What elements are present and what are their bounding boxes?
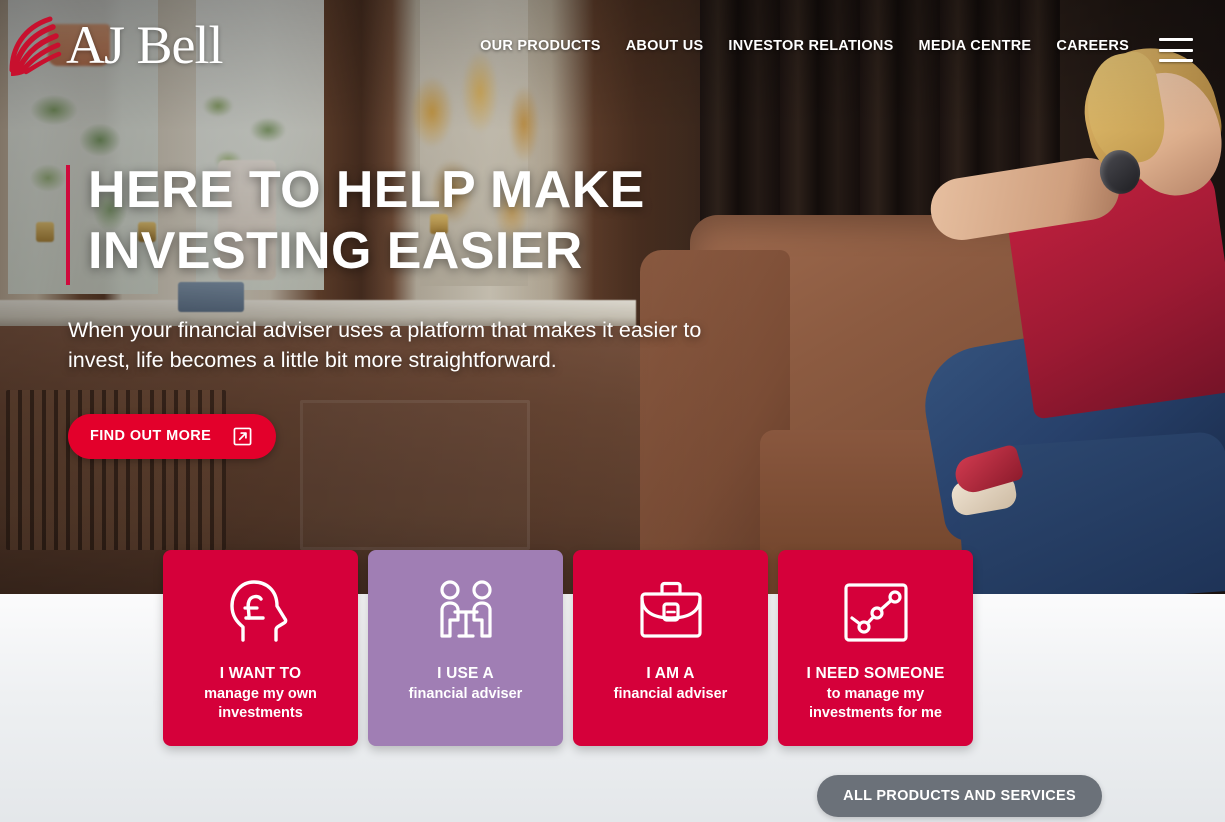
hamburger-menu-icon[interactable] bbox=[1159, 38, 1193, 62]
nav-item-about-us[interactable]: ABOUT US bbox=[626, 38, 704, 54]
brand-logo[interactable]: AJ Bell bbox=[6, 14, 224, 76]
external-link-icon bbox=[233, 427, 252, 446]
card-text: I WANT TO manage my own investments bbox=[163, 664, 358, 724]
headline-line-1: HERE TO HELP MAKE bbox=[88, 161, 645, 219]
card-i-need-someone-to-manage[interactable]: I NEED SOMEONE to manage my investments … bbox=[778, 550, 973, 746]
card-text: I AM A financial adviser bbox=[606, 664, 736, 704]
hamburger-bar bbox=[1159, 48, 1193, 52]
window-latch bbox=[36, 222, 54, 242]
main-navigation: OUR PRODUCTS ABOUT US INVESTOR RELATIONS… bbox=[480, 38, 1129, 54]
hamburger-bar bbox=[1159, 59, 1193, 62]
two-people-meeting-icon bbox=[439, 580, 492, 638]
page-title: HERE TO HELP MAKE INVESTING EASIER bbox=[66, 160, 826, 283]
nav-item-media-centre[interactable]: MEDIA CENTRE bbox=[919, 38, 1032, 54]
find-out-more-button[interactable]: FIND OUT MORE bbox=[68, 413, 277, 459]
card-line-2: manage my own investments bbox=[204, 686, 317, 722]
card-i-am-a-financial-adviser[interactable]: I AM A financial adviser bbox=[573, 550, 768, 746]
card-line-1: I NEED SOMEONE bbox=[806, 665, 945, 682]
card-line-2: financial adviser bbox=[408, 686, 523, 703]
nav-item-careers[interactable]: CAREERS bbox=[1056, 38, 1129, 54]
card-manage-my-own-investments[interactable]: I WANT TO manage my own investments bbox=[163, 550, 358, 746]
card-i-use-a-financial-adviser[interactable]: I USE A financial adviser bbox=[368, 550, 563, 746]
nav-item-investor-relations[interactable]: INVESTOR RELATIONS bbox=[728, 38, 893, 54]
card-line-1: I USE A bbox=[437, 665, 494, 682]
hamburger-bar bbox=[1159, 38, 1193, 41]
head-with-pound-icon bbox=[229, 580, 287, 642]
card-line-2: financial adviser bbox=[613, 686, 728, 703]
card-text: I NEED SOMEONE to manage my investments … bbox=[778, 664, 973, 724]
feather-swoosh-icon bbox=[9, 16, 62, 76]
card-line-1: I AM A bbox=[646, 665, 695, 682]
audience-card-list: I WANT TO manage my own investments I US… bbox=[163, 550, 973, 746]
headline-line-2: INVESTING EASIER bbox=[88, 222, 583, 281]
card-line-1: I WANT TO bbox=[219, 665, 302, 682]
hero-content: HERE TO HELP MAKE INVESTING EASIER When … bbox=[66, 160, 826, 459]
site-header: AJ Bell OUR PRODUCTS ABOUT US INVESTOR R… bbox=[0, 0, 1225, 96]
brand-name: AJ Bell bbox=[66, 15, 224, 75]
card-text: I USE A financial adviser bbox=[401, 664, 531, 704]
all-products-and-services-button[interactable]: ALL PRODUCTS AND SERVICES bbox=[817, 775, 1102, 817]
hero-subheading: When your financial adviser uses a platf… bbox=[68, 317, 702, 373]
hero-accent-bar bbox=[66, 165, 70, 285]
page-root: AJ Bell OUR PRODUCTS ABOUT US INVESTOR R… bbox=[0, 0, 1225, 822]
nav-item-our-products[interactable]: OUR PRODUCTS bbox=[480, 38, 601, 54]
briefcase-icon bbox=[639, 581, 702, 638]
find-out-more-label: FIND OUT MORE bbox=[90, 428, 212, 445]
card-line-2: to manage my investments for me bbox=[809, 686, 942, 722]
line-chart-icon bbox=[843, 583, 908, 642]
